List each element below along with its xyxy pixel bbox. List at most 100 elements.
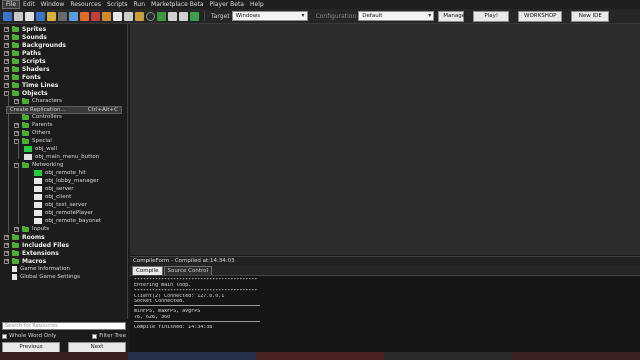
- resource-search-input[interactable]: Search for Resources: [2, 322, 126, 330]
- expand-icon[interactable]: +: [4, 26, 9, 32]
- menu-run[interactable]: Run: [131, 0, 149, 9]
- workshop-button[interactable]: WORKSHOP: [518, 10, 563, 22]
- filter-tree-checkbox[interactable]: Filter Tree: [92, 333, 126, 339]
- expand-icon[interactable]: +: [4, 74, 9, 80]
- tree-folder-scripts[interactable]: + Scripts: [4, 57, 46, 65]
- folder-icon: [22, 113, 29, 120]
- configuration-select[interactable]: Default: [358, 11, 435, 21]
- menu-help[interactable]: Help: [247, 0, 267, 9]
- tree-folder-included-files[interactable]: + Included Files: [4, 241, 69, 249]
- toolbar-tool-icon[interactable]: [179, 11, 188, 21]
- toolbar-tool-icon[interactable]: [190, 11, 199, 21]
- menu-window[interactable]: Window: [38, 0, 68, 9]
- status-bar: [0, 352, 640, 360]
- tree-folder-inputs[interactable]: + Inputs: [14, 225, 49, 233]
- expand-icon[interactable]: +: [4, 50, 9, 56]
- expand-icon[interactable]: +: [4, 82, 9, 88]
- tree-folder-controllers[interactable]: Controllers: [22, 113, 62, 121]
- tree-node-label: Macros: [22, 257, 47, 265]
- tree-folder-shaders[interactable]: + Shaders: [4, 65, 50, 73]
- toolbar-tool-icon[interactable]: [135, 11, 144, 21]
- tree-folder-rooms[interactable]: + Rooms: [4, 233, 45, 241]
- toolbar-tool-icon[interactable]: [58, 11, 67, 21]
- tree-folder-fonts[interactable]: + Fonts: [4, 73, 41, 81]
- folder-icon: [12, 57, 19, 64]
- expand-icon[interactable]: +: [14, 130, 19, 136]
- tree-node-label: obj_wall: [35, 146, 58, 152]
- toolbar-tool-icon[interactable]: [113, 11, 122, 21]
- toolbar-tool-icon[interactable]: [157, 11, 166, 21]
- tree-folder-sprites[interactable]: + Sprites: [4, 25, 46, 33]
- object-icon: [34, 218, 42, 224]
- toolbar-tool-icon[interactable]: [25, 11, 34, 21]
- tree-object[interactable]: obj_wall: [24, 145, 57, 153]
- tree-node-label: Extensions: [22, 249, 59, 257]
- workspace-area[interactable]: [130, 24, 640, 255]
- toolbar-tool-icon[interactable]: [69, 11, 78, 21]
- compile-output[interactable]: ****************************************…: [130, 275, 640, 352]
- expand-icon[interactable]: +: [4, 34, 9, 40]
- toolbar-tool-icon[interactable]: [3, 11, 12, 21]
- expand-icon[interactable]: +: [14, 226, 19, 232]
- toolbar-tool-icon[interactable]: [47, 11, 56, 21]
- tree-folder-extensions[interactable]: + Extensions: [4, 249, 59, 257]
- menu-file[interactable]: File: [2, 0, 21, 9]
- toolbar-tool-icon[interactable]: [91, 11, 100, 21]
- folder-icon: [12, 257, 19, 264]
- expand-icon[interactable]: +: [4, 258, 9, 264]
- menu-scripts[interactable]: Scripts: [104, 0, 131, 9]
- toolbar-tool-icon[interactable]: [36, 11, 45, 21]
- menu-resources[interactable]: Resources: [67, 0, 104, 9]
- whole-word-checkbox[interactable]: Whole Word Only: [2, 333, 56, 339]
- tab-compile[interactable]: Compile: [132, 266, 163, 275]
- tree-folder-sounds[interactable]: + Sounds: [4, 33, 47, 41]
- tree-folder-backgrounds[interactable]: + Backgrounds: [4, 41, 66, 49]
- toolbar-tool-icon[interactable]: [80, 11, 89, 21]
- tree-object[interactable]: obj_lobby_manager: [34, 177, 99, 185]
- tree-object[interactable]: obj_server: [34, 185, 74, 193]
- tree-object[interactable]: obj_main_menu_button: [24, 153, 99, 161]
- tree-folder-special[interactable]: - Special: [14, 137, 52, 145]
- tree-object[interactable]: obj_test_server: [34, 201, 87, 209]
- tree-object[interactable]: obj_remote_bayonet: [34, 217, 101, 225]
- tree-document[interactable]: Global Game Settings: [12, 273, 80, 281]
- tree-folder-paths[interactable]: + Paths: [4, 49, 41, 57]
- target-select[interactable]: Windows: [231, 11, 308, 21]
- toolbar-tool-icon[interactable]: [146, 11, 155, 21]
- expand-icon[interactable]: +: [4, 234, 9, 240]
- expand-icon[interactable]: +: [14, 98, 19, 104]
- expand-icon[interactable]: +: [4, 42, 9, 48]
- tree-folder-macros[interactable]: + Macros: [4, 257, 46, 265]
- toolbar-tool-icon[interactable]: [14, 11, 23, 21]
- folder-icon: [12, 81, 19, 88]
- manage-button[interactable]: Manage: [438, 10, 465, 22]
- tree-document[interactable]: Game Information: [12, 265, 70, 273]
- expand-icon[interactable]: +: [4, 242, 9, 248]
- object-icon: [24, 154, 32, 160]
- toolbar-tool-icon[interactable]: [168, 11, 177, 21]
- tree-folder-parents[interactable]: + Parents: [14, 121, 52, 129]
- tab-source-control[interactable]: Source Control: [163, 266, 213, 275]
- tree-folder-others[interactable]: + Others: [14, 129, 50, 137]
- context-menu-create-replication[interactable]: Create Replication... Ctrl+Alt+C: [6, 106, 122, 114]
- expand-icon[interactable]: +: [14, 122, 19, 128]
- menu-edit[interactable]: Edit: [20, 0, 38, 9]
- menu-marketplace-beta[interactable]: Marketplace Beta: [148, 0, 207, 9]
- tree-object[interactable]: obj_remotePlayer: [34, 209, 93, 217]
- tree-object[interactable]: obj_client: [34, 193, 71, 201]
- tree-folder-networking[interactable]: - Networking: [14, 161, 63, 169]
- tree-folder-objects[interactable]: - Objects: [4, 89, 48, 97]
- tree-node-label: obj_lobby_manager: [45, 178, 99, 184]
- play-button[interactable]: Play!: [473, 10, 510, 22]
- toolbar-tool-icon[interactable]: [124, 11, 133, 21]
- toolbar-tool-icon[interactable]: [102, 11, 111, 21]
- expand-icon[interactable]: +: [4, 58, 9, 64]
- tree-object[interactable]: obj_remote_hit: [34, 169, 86, 177]
- menu-player-beta[interactable]: Player Beta: [207, 0, 247, 9]
- new-ide-button[interactable]: New IDE: [571, 10, 610, 22]
- expand-icon[interactable]: +: [4, 250, 9, 256]
- expand-icon[interactable]: +: [4, 66, 9, 72]
- tree-folder-characters[interactable]: + Characters: [14, 97, 62, 105]
- resource-tree[interactable]: + Sprites + Sounds + Backgrounds + Paths + Script…: [0, 24, 128, 319]
- tree-folder-time-lines[interactable]: + Time Lines: [4, 81, 58, 89]
